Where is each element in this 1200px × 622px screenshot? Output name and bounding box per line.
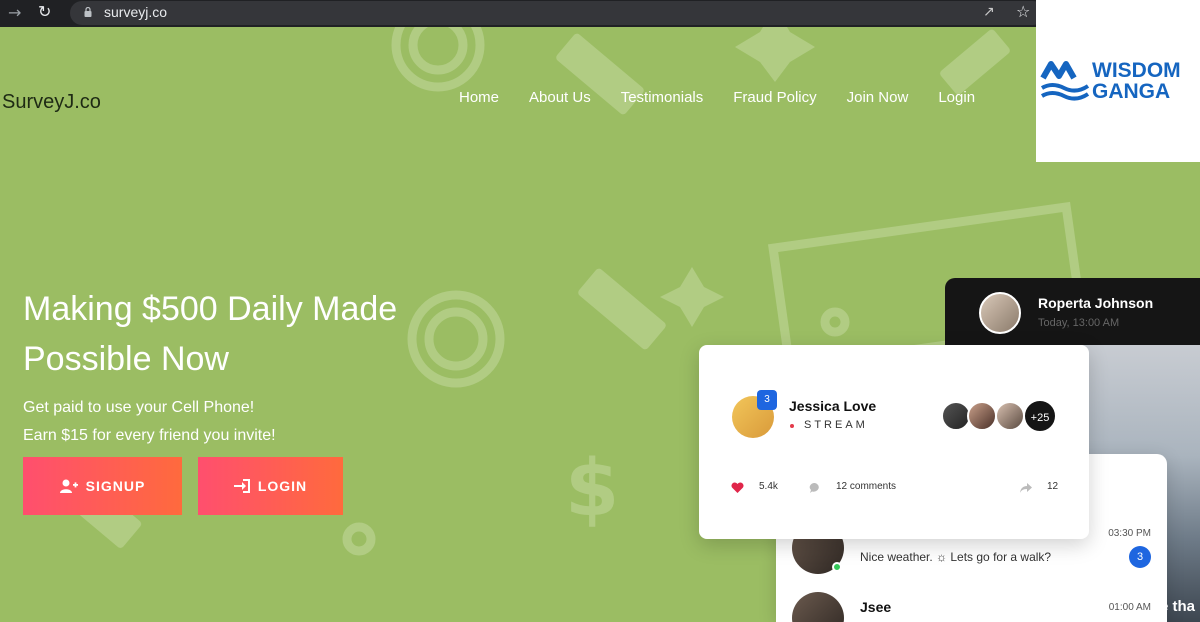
photo-caption: e tha (1160, 598, 1196, 615)
comments-count: 12 comments (836, 481, 897, 492)
signup-label: SIGNUP (85, 478, 146, 494)
share-icon[interactable]: ↗ (983, 4, 995, 20)
login-label: LOGIN (257, 478, 308, 494)
nav-login[interactable]: Login (938, 89, 975, 106)
more-viewers-badge[interactable]: +25 (1023, 399, 1057, 433)
message-time: 03:30 PM (1108, 528, 1151, 539)
live-dot (790, 424, 794, 428)
avatar (792, 592, 844, 622)
streamer-name: Jessica Love (789, 398, 877, 414)
main-nav: Home About Us Testimonials Fraud Policy … (459, 89, 975, 106)
hero-title: Making $500 Daily Made Possible Now (23, 290, 398, 378)
nav-testimonials[interactable]: Testimonials (621, 89, 704, 106)
profile-time: Today, 13:00 AM (1038, 317, 1120, 329)
nav-about-us[interactable]: About Us (529, 89, 591, 106)
nav-fraud-policy[interactable]: Fraud Policy (733, 89, 816, 106)
url-text[interactable]: surveyj.co (104, 4, 167, 20)
viewer-avatar (967, 401, 997, 431)
comment-icon[interactable] (809, 482, 821, 494)
message-time: 01:00 AM (1108, 602, 1151, 613)
profile-name: Roperta Johnson (1038, 295, 1154, 311)
avatar (979, 292, 1021, 334)
address-bar[interactable]: surveyj.co ↗ ☆ (70, 1, 1045, 25)
sign-in-icon (233, 479, 250, 493)
forward-arrow-icon[interactable]: → (8, 3, 21, 23)
nav-join-now[interactable]: Join Now (847, 89, 909, 106)
stream-card: 3 Jessica Love STREAM +25 5.4k 12 commen… (699, 345, 1089, 539)
message-text: Nice weather. ☼ Lets go for a walk? (860, 550, 1052, 564)
share-arrow-icon[interactable] (1019, 482, 1033, 494)
heart-icon[interactable] (731, 482, 744, 494)
svg-text:$: $ (565, 444, 619, 534)
reload-icon[interactable]: ↻ (38, 2, 51, 22)
stream-label: STREAM (804, 419, 868, 431)
likes-count: 5.4k (759, 481, 778, 492)
login-button[interactable]: LOGIN (198, 457, 343, 515)
star-icon[interactable]: ☆ (1016, 2, 1030, 21)
site-brand[interactable]: SurveyJ.co (2, 91, 101, 114)
contact-name: Jsee (860, 599, 892, 615)
notification-badge: 3 (757, 390, 777, 410)
hero-subtitle: Get paid to use your Cell Phone! Earn $1… (23, 399, 276, 444)
browser-toolbar: → ↻ surveyj.co ↗ ☆ (0, 0, 1045, 27)
unread-badge: 3 (1129, 546, 1151, 568)
lock-icon (84, 7, 92, 17)
add-user-icon (59, 479, 78, 493)
shares-count: 12 (1047, 481, 1059, 492)
signup-button[interactable]: SIGNUP (23, 457, 182, 515)
viewer-avatar (995, 401, 1025, 431)
nav-home[interactable]: Home (459, 89, 499, 106)
online-indicator (832, 562, 842, 572)
